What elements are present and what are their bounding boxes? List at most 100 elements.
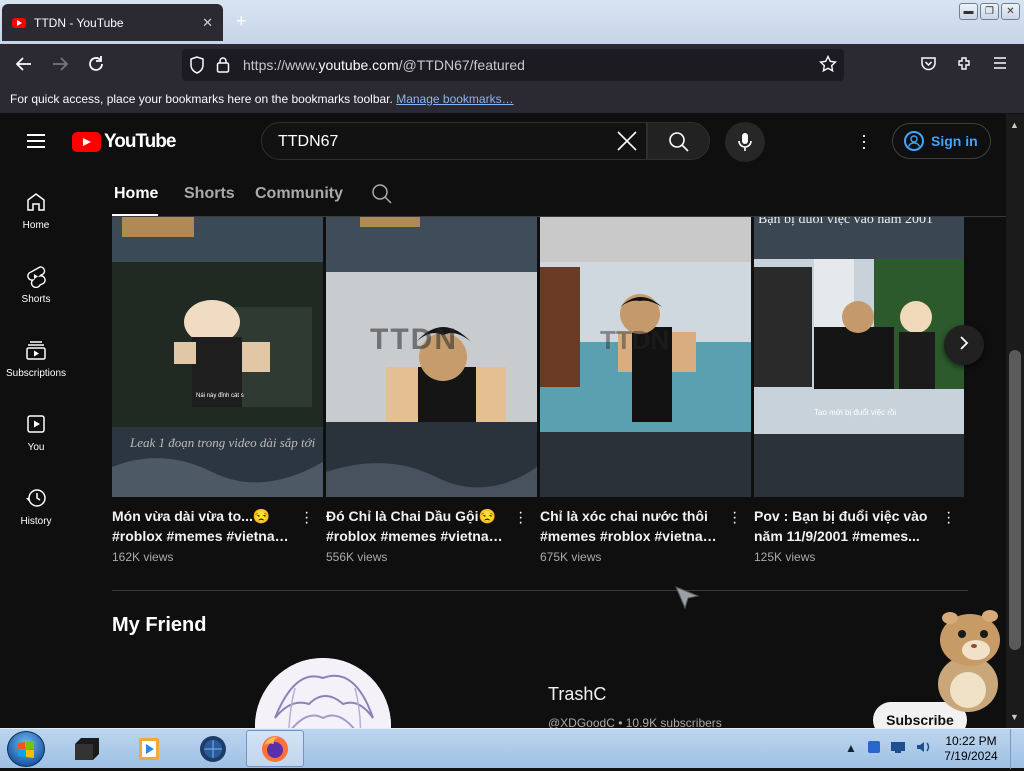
friend-channel-name[interactable]: TrashC xyxy=(548,684,606,705)
extensions-icon[interactable] xyxy=(956,55,973,77)
lock-icon[interactable] xyxy=(216,56,230,78)
short-thumbnail[interactable]: Nái này đỉnh cát s Leak 1 đoạn trong vid… xyxy=(112,217,323,497)
windows-taskbar: ▲ 10:22 PM 7/19/2024 xyxy=(0,728,1024,769)
channel-search-icon[interactable] xyxy=(371,183,393,210)
manage-bookmarks-link[interactable]: Manage bookmarks… xyxy=(396,92,513,106)
mini-guide: Home Shorts Subscriptions You History xyxy=(0,170,72,728)
tab-home[interactable]: Home xyxy=(114,185,158,203)
globe-app-icon xyxy=(200,735,226,762)
clear-search-icon[interactable] xyxy=(614,127,640,162)
scroll-thumb[interactable] xyxy=(1009,350,1021,650)
sidebar-label: Shorts xyxy=(21,294,51,305)
short-title[interactable]: Đó Chỉ là Chai Dầu Gội😒 #roblox #memes #… xyxy=(326,506,511,546)
sign-in-button[interactable]: Sign in xyxy=(892,123,991,159)
taskbar-firefox[interactable] xyxy=(246,730,304,767)
tray-show-hidden-icon[interactable]: ▲ xyxy=(845,741,857,755)
short-more-icon[interactable]: · · · xyxy=(732,505,737,531)
short-thumbnail[interactable]: TTDN xyxy=(540,217,751,497)
sidebar-item-history[interactable]: History xyxy=(0,486,72,527)
short-caption-small: Tao mới bị đuổi việc rồi xyxy=(814,408,897,417)
chevron-right-icon xyxy=(960,336,969,350)
desktop-app-icon xyxy=(75,737,99,760)
taskbar-app-1[interactable] xyxy=(58,730,116,767)
close-tab-icon[interactable]: ✕ xyxy=(202,15,213,31)
bookmarks-hint: For quick access, place your bookmarks h… xyxy=(10,92,393,106)
short-title[interactable]: Pov : Bạn bị đuổi việc vào năm 11/9/2001… xyxy=(754,506,939,546)
restore-icon[interactable]: ❐ xyxy=(980,3,999,20)
back-icon[interactable] xyxy=(15,55,33,78)
close-window-icon[interactable]: ✕ xyxy=(1001,3,1020,20)
section-divider xyxy=(112,590,968,591)
sidebar-item-home[interactable]: Home xyxy=(0,190,72,231)
short-thumbnail[interactable]: TTDN xyxy=(326,217,537,497)
short-more-icon[interactable]: · · · xyxy=(304,505,309,531)
short-top-caption: Bạn bị đuổi việc vào năm 2001 xyxy=(758,217,933,227)
short-watermark: TTDN xyxy=(600,325,670,355)
masthead: YouTube TTDN67 · · · Sign in xyxy=(0,114,1006,170)
shorts-icon xyxy=(27,266,46,288)
reload-icon[interactable] xyxy=(87,55,105,78)
guide-menu-icon[interactable] xyxy=(27,134,45,148)
page-scrollbar[interactable]: ▲ ▼ xyxy=(1006,114,1024,728)
minimize-icon[interactable]: ▬ xyxy=(959,3,978,20)
mouse-cursor-icon xyxy=(674,585,700,616)
taskbar-app-3[interactable] xyxy=(184,730,242,767)
scroll-up-icon[interactable]: ▲ xyxy=(1010,120,1019,130)
short-overlay-caption: Leak 1 đoạn trong video dài sắp tới xyxy=(130,435,316,450)
youtube-logo[interactable]: YouTube xyxy=(72,131,176,153)
clock-time: 10:22 PM xyxy=(945,734,997,748)
clock-date: 7/19/2024 xyxy=(944,749,998,763)
short-thumbnail[interactable]: Bạn bị đuổi việc vào năm 2001 Tao mới bị… xyxy=(754,217,964,497)
short-views: 675K views xyxy=(540,550,602,564)
search-input[interactable]: TTDN67 xyxy=(261,122,647,160)
short-more-icon[interactable]: · · · xyxy=(518,505,523,531)
sidebar-label: You xyxy=(27,442,45,453)
home-icon xyxy=(27,193,45,211)
shorts-shelf: Nái này đỉnh cát s Leak 1 đoạn trong vid… xyxy=(112,217,964,597)
youtube-favicon-icon xyxy=(12,17,26,28)
sidebar-item-you[interactable]: You xyxy=(0,412,72,453)
scroll-down-icon[interactable]: ▼ xyxy=(1010,712,1019,722)
forward-icon[interactable] xyxy=(51,55,69,78)
new-tab-icon[interactable]: + xyxy=(236,11,247,32)
media-player-icon xyxy=(139,737,159,760)
browser-tab[interactable]: TTDN - YouTube ✕ xyxy=(2,4,223,41)
short-caption-small: Nái này đỉnh cát s xyxy=(196,393,244,399)
bookmark-star-icon[interactable] xyxy=(818,54,838,78)
browser-titlebar: TTDN - YouTube ✕ + ▬ ❐ ✕ xyxy=(0,0,1024,44)
section-title[interactable]: My Friend xyxy=(112,614,206,637)
shelf-next-button[interactable] xyxy=(944,325,984,365)
tray-app-icon[interactable] xyxy=(866,739,882,758)
window-controls: ▬ ❐ ✕ xyxy=(959,3,1020,20)
short-views: 125K views xyxy=(754,550,816,564)
settings-kebab-icon[interactable]: · · · xyxy=(856,126,872,156)
shield-icon[interactable] xyxy=(189,56,205,79)
tab-community[interactable]: Community xyxy=(255,185,343,203)
sign-in-label: Sign in xyxy=(931,133,978,149)
network-icon[interactable] xyxy=(890,740,906,757)
taskbar-app-2[interactable] xyxy=(120,730,178,767)
youtube-play-icon xyxy=(72,132,101,152)
short-more-icon[interactable]: · · · xyxy=(946,505,951,531)
show-desktop-button[interactable] xyxy=(1010,729,1024,769)
short-views: 556K views xyxy=(326,550,388,564)
volume-icon[interactable] xyxy=(915,739,933,758)
pocket-icon[interactable] xyxy=(920,55,937,77)
friend-avatar[interactable] xyxy=(255,658,391,728)
url-text[interactable]: https://www.youtube.com/@TTDN67/featured xyxy=(243,57,525,73)
tab-title: TTDN - YouTube xyxy=(34,15,124,30)
taskbar-clock[interactable]: 10:22 PM 7/19/2024 xyxy=(940,734,1002,764)
sidebar-label: Subscriptions xyxy=(5,368,67,379)
search-button[interactable] xyxy=(647,122,710,160)
address-bar[interactable]: https://www.youtube.com/@TTDN67/featured xyxy=(182,49,844,81)
sidebar-item-subscriptions[interactable]: Subscriptions xyxy=(0,338,72,379)
tab-shorts[interactable]: Shorts xyxy=(184,185,235,203)
sidebar-item-shorts[interactable]: Shorts xyxy=(0,264,72,305)
short-title[interactable]: Chỉ là xóc chai nước thôi #memes #roblox… xyxy=(540,506,725,546)
voice-search-button[interactable] xyxy=(725,122,765,162)
app-menu-icon[interactable] xyxy=(992,55,1008,76)
start-button[interactable] xyxy=(7,731,45,767)
short-title[interactable]: Món vừa dài vừa to...😒 #roblox #memes #v… xyxy=(112,506,297,546)
subscriptions-icon xyxy=(26,341,46,360)
bookmarks-toolbar: For quick access, place your bookmarks h… xyxy=(0,86,1024,114)
